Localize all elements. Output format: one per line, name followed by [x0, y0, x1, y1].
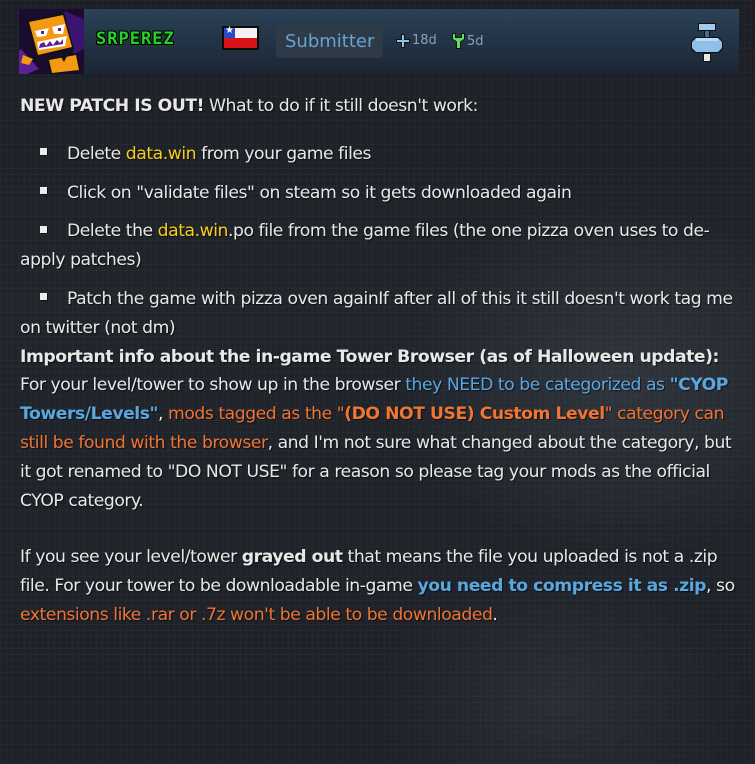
bullet-icon	[40, 187, 47, 195]
avatar-image	[19, 9, 84, 74]
flag-star-icon: ★	[225, 25, 234, 36]
bullet-icon	[40, 148, 47, 156]
added-time: 18d	[412, 33, 437, 48]
plus-icon	[396, 33, 410, 48]
wrench-icon	[452, 33, 465, 49]
list-item: Delete data.win from your game files	[20, 140, 735, 169]
country-flag-chile: ★	[222, 25, 259, 50]
updated-stat: 5d	[452, 33, 484, 49]
added-stat: 18d	[396, 33, 437, 48]
browser-heading: Important info about the in-game Tower B…	[20, 346, 719, 367]
post-body: NEW PATCH IS OUT! What to do if it still…	[20, 92, 735, 630]
browser-paragraph-2: If you see your level/tower grayed out t…	[20, 547, 735, 625]
filename-highlight: data.win	[157, 221, 229, 242]
list-item: Delete the data.win.po file from the gam…	[20, 221, 710, 271]
avatar[interactable]	[19, 9, 84, 74]
bullet-icon	[40, 293, 47, 301]
updated-time: 5d	[467, 33, 484, 49]
bullet-icon	[40, 225, 47, 233]
intro-bold: NEW PATCH IS OUT!	[20, 96, 204, 116]
list-item: Patch the game with pizza oven againIf a…	[20, 288, 733, 338]
pin-button[interactable]	[691, 23, 723, 68]
role-badge: Submitter	[276, 25, 384, 58]
post-header: sRPEREZ ★ Submitter 18d 5d	[19, 9, 739, 74]
username[interactable]: sRPEREZ	[96, 29, 175, 49]
steps-list: Delete data.win from your game files Cli…	[20, 140, 735, 343]
list-item: Click on "validate files" on steam so it…	[20, 179, 735, 208]
filename-highlight: data.win	[125, 143, 197, 164]
intro-text: What to do if it still doesn't work:	[204, 96, 478, 116]
pin-icon	[691, 23, 723, 62]
intro-line: NEW PATCH IS OUT! What to do if it still…	[20, 92, 735, 121]
browser-paragraph-1: For your level/tower to show up in the b…	[20, 375, 732, 511]
